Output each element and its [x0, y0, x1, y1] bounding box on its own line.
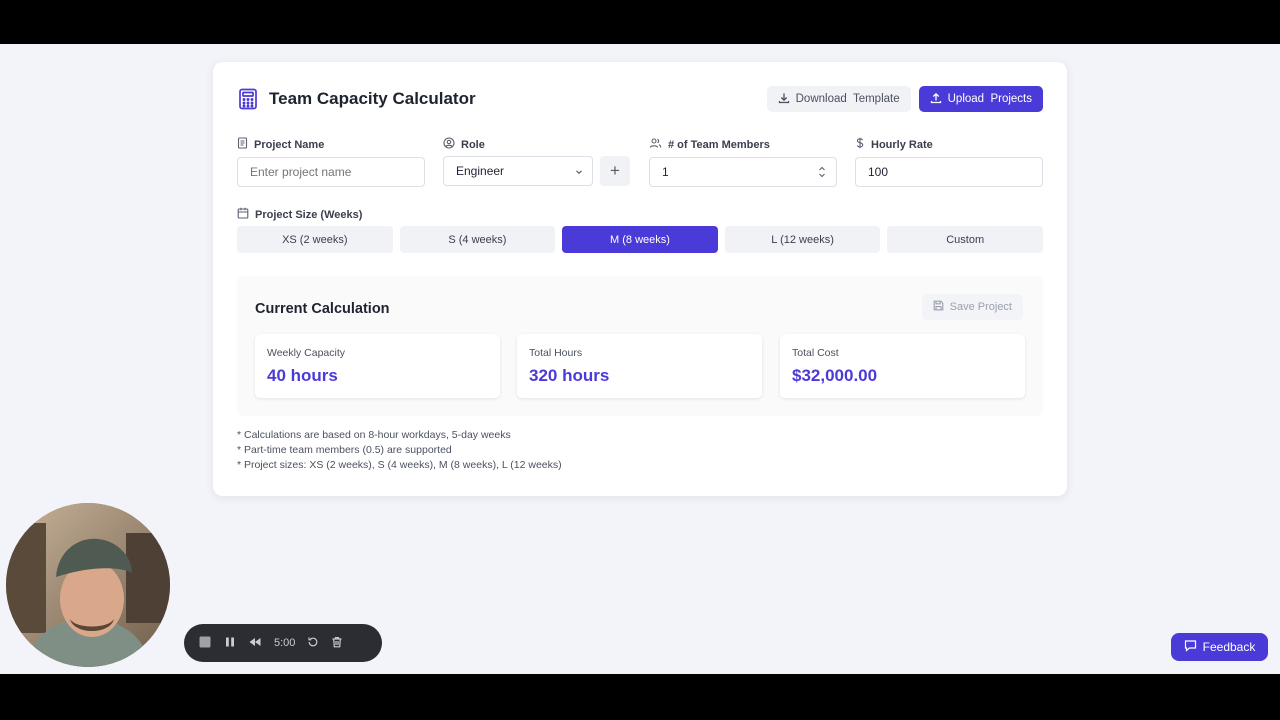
project-size-label-text: Project Size (Weeks) [255, 208, 363, 221]
weekly-capacity-value: 40 hours [267, 366, 338, 385]
feedback-label: Feedback [1202, 640, 1256, 654]
hourly-rate-input[interactable]: 100 [855, 157, 1043, 187]
size-option-xs[interactable]: XS (2 weeks) [237, 226, 393, 253]
save-icon [933, 300, 944, 314]
upload-icon [930, 92, 942, 107]
calculator-card: Team Capacity Calculator Download Templa… [213, 62, 1067, 496]
total-hours-card: Total Hours 320 hours [517, 334, 762, 398]
number-stepper-icon[interactable] [818, 165, 826, 179]
project-name-input[interactable] [237, 157, 425, 187]
team-members-label-text: # of Team Members [668, 138, 770, 151]
users-icon [649, 137, 662, 152]
total-cost-label: Total Cost [792, 347, 839, 359]
feedback-button[interactable]: Feedback [1171, 633, 1268, 661]
role-select-value: Engineer [456, 164, 505, 178]
team-members-input[interactable]: 1 [649, 157, 837, 187]
recording-timer: 5:00 [274, 637, 296, 649]
trash-icon[interactable] [331, 636, 343, 651]
recording-controls: 5:00 [184, 624, 382, 662]
role-select[interactable]: Engineer [443, 156, 593, 186]
pause-icon[interactable] [224, 636, 236, 651]
dollar-icon [855, 137, 865, 152]
team-members-value: 1 [662, 165, 669, 179]
file-icon [237, 137, 248, 152]
calculator-icon [237, 88, 259, 110]
current-calculation-panel: Current Calculation Save Project Weekly … [237, 276, 1043, 416]
calculation-notes: * Calculations are based on 8-hour workd… [237, 428, 562, 473]
note-item: * Part-time team members (0.5) are suppo… [237, 444, 452, 456]
total-hours-value: 320 hours [529, 366, 610, 385]
total-cost-card: Total Cost $32,000.00 [780, 334, 1025, 398]
download-template-button[interactable]: Download Template [766, 86, 911, 112]
size-option-custom[interactable]: Custom [887, 226, 1043, 253]
chevron-down-icon [574, 166, 584, 180]
rewind-icon[interactable] [248, 636, 262, 651]
hourly-rate-label-text: Hourly Rate [871, 138, 933, 151]
chat-icon [1184, 639, 1197, 655]
project-name-label-text: Project Name [254, 138, 325, 151]
header-actions: Download Template Upload Projects [766, 86, 1043, 112]
team-members-label: # of Team Members [649, 137, 770, 152]
size-option-l[interactable]: L (12 weeks) [724, 226, 881, 253]
note-item: * Calculations are based on 8-hour workd… [237, 429, 511, 441]
user-circle-icon [443, 137, 455, 152]
size-option-s[interactable]: S (4 weeks) [399, 226, 556, 253]
restart-icon[interactable] [307, 636, 319, 651]
calculation-title: Current Calculation [255, 301, 390, 317]
hourly-rate-label: Hourly Rate [855, 137, 933, 152]
total-hours-label: Total Hours [529, 347, 583, 359]
save-project-label: Save Project [949, 301, 1012, 313]
role-label-text: Role [461, 138, 485, 151]
download-template-label: Download Template [795, 93, 900, 105]
total-cost-value: $32,000.00 [792, 366, 878, 385]
role-label: Role [443, 137, 485, 152]
project-size-label: Project Size (Weeks) [237, 207, 362, 222]
calendar-icon [237, 207, 249, 222]
page-title: Team Capacity Calculator [269, 89, 476, 108]
webcam-bubble[interactable] [6, 503, 170, 667]
download-icon [778, 92, 790, 107]
weekly-capacity-label: Weekly Capacity [267, 347, 346, 359]
project-size-options: XS (2 weeks) S (4 weeks) M (8 weeks) L (… [237, 226, 1043, 253]
save-project-button[interactable]: Save Project [921, 294, 1023, 320]
project-name-label: Project Name [237, 137, 324, 152]
header: Team Capacity Calculator Download Templa… [237, 86, 1043, 112]
hourly-rate-value: 100 [868, 165, 889, 179]
app-viewport: Team Capacity Calculator Download Templa… [0, 44, 1280, 674]
stop-icon[interactable] [198, 635, 212, 652]
note-item: * Project sizes: XS (2 weeks), S (4 week… [237, 459, 562, 471]
upload-projects-label: Upload Projects [947, 93, 1032, 105]
add-role-label: + [610, 161, 620, 180]
weekly-capacity-card: Weekly Capacity 40 hours [255, 334, 500, 398]
size-option-m[interactable]: M (8 weeks) [562, 226, 718, 253]
add-role-button[interactable]: + [600, 156, 630, 186]
upload-projects-button[interactable]: Upload Projects [918, 86, 1043, 112]
